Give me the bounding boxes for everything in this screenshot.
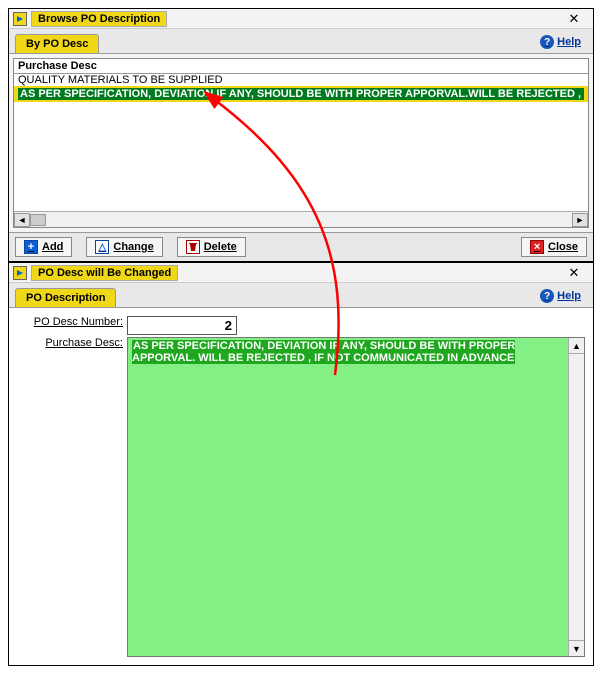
app-icon [13,266,27,280]
scroll-right-icon[interactable]: ► [572,213,588,227]
list-rows: QUALITY MATERIALS TO BE SUPPLIED AS PER … [14,74,588,211]
number-row: PO Desc Number: [17,316,585,335]
number-label: PO Desc Number: [17,316,127,328]
browse-window-close-icon[interactable]: ✕ [559,11,589,27]
close-icon [530,240,544,254]
horizontal-scrollbar[interactable]: ◄ ► [14,211,588,227]
desc-label: Purchase Desc: [17,337,127,349]
add-button[interactable]: Add [15,237,72,257]
trash-icon [186,240,200,254]
change-title: PO Desc will Be Changed [31,265,178,281]
app-icon [13,12,27,26]
browse-titlebar: Browse PO Description ✕ [9,9,593,29]
desc-row: Purchase Desc: AS PER SPECIFICATION, DEV… [17,337,585,657]
help-link[interactable]: ? Help [540,33,587,53]
list-item[interactable]: QUALITY MATERIALS TO BE SUPPLIED [14,74,588,86]
tab-by-po-desc[interactable]: By PO Desc [15,34,99,53]
purchase-desc-textarea[interactable]: AS PER SPECIFICATION, DEVIATION IF ANY, … [127,337,585,657]
help-label: Help [557,36,581,48]
scroll-up-icon[interactable]: ▲ [569,338,584,354]
tab-po-description-label: PO Description [26,292,105,304]
change-titlebar: PO Desc will Be Changed ✕ [9,263,593,283]
change-icon [95,240,109,254]
close-button[interactable]: Close [521,237,587,257]
change-tabbar: PO Description ? Help [9,283,593,308]
column-header-purchase-desc[interactable]: Purchase Desc [14,59,588,74]
change-form: PO Desc Number: Purchase Desc: AS PER SP… [9,308,593,665]
browse-panel: Purchase Desc QUALITY MATERIALS TO BE SU… [9,54,593,232]
help-icon: ? [540,289,554,303]
list-item-selected-wrap[interactable]: AS PER SPECIFICATION, DEVIATION IF ANY, … [14,86,588,102]
po-desc-list[interactable]: Purchase Desc QUALITY MATERIALS TO BE SU… [13,58,589,228]
help-label: Help [557,290,581,302]
browse-title: Browse PO Description [31,11,167,27]
change-button-label: Change [113,241,153,253]
browse-tabbar: By PO Desc ? Help [9,29,593,54]
browse-button-bar: Add Change Delete Close [9,232,593,261]
change-window-close-icon[interactable]: ✕ [559,265,589,281]
tab-by-po-desc-label: By PO Desc [26,38,88,50]
add-button-label: Add [42,241,63,253]
plus-icon [24,240,38,254]
desc-text: AS PER SPECIFICATION, DEVIATION IF ANY, … [132,340,515,364]
delete-button[interactable]: Delete [177,237,246,257]
browse-window: Browse PO Description ✕ By PO Desc ? Hel… [8,8,594,262]
list-item-selected: AS PER SPECIFICATION, DEVIATION IF ANY, … [18,88,584,100]
close-button-label: Close [548,241,578,253]
help-link[interactable]: ? Help [540,287,587,307]
scroll-thumb[interactable] [30,214,46,226]
scroll-down-icon[interactable]: ▼ [569,640,584,656]
tab-po-description[interactable]: PO Description [15,288,116,307]
change-window: PO Desc will Be Changed ✕ PO Description… [8,262,594,666]
delete-button-label: Delete [204,241,237,253]
po-desc-number-field[interactable] [127,316,237,335]
change-button[interactable]: Change [86,237,162,257]
help-icon: ? [540,35,554,49]
vertical-scrollbar[interactable]: ▲ ▼ [568,338,584,656]
scroll-left-icon[interactable]: ◄ [14,213,30,227]
